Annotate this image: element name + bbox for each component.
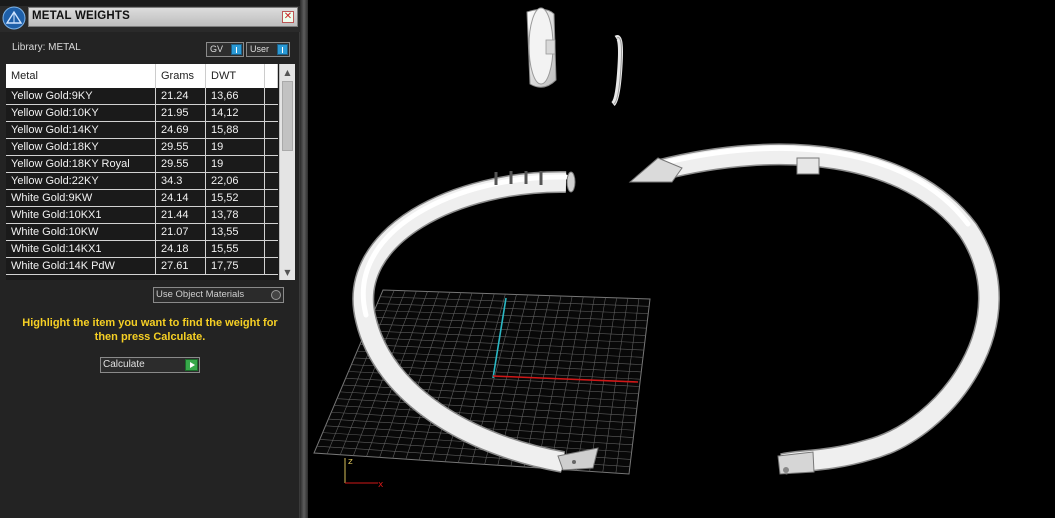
metal-table: Metal Grams DWT Yellow Gold:9KY 21.24 13,6…: [6, 64, 295, 280]
table-header: Metal Grams DWT: [6, 64, 278, 88]
grams-cell: 21.44: [156, 207, 206, 223]
toolbar-strip: [0, 0, 300, 6]
table-row[interactable]: Yellow Gold:18KY 29.55 19: [6, 139, 278, 156]
metal-cell: White Gold:14KX1: [6, 241, 156, 257]
window-title: METAL WEIGHTS: [32, 10, 131, 22]
scroll-down-arrow-icon[interactable]: ▼: [280, 265, 295, 279]
empty-cell: [265, 207, 278, 223]
empty-cell: [265, 190, 278, 206]
app-logo-icon: [2, 6, 26, 30]
table-row[interactable]: Yellow Gold:9KY 21.24 13,66: [6, 88, 278, 105]
dwt-cell: 17,75: [206, 258, 265, 274]
empty-cell: [265, 88, 278, 104]
table-row[interactable]: White Gold:10KX1 21.44 13,78: [6, 207, 278, 224]
empty-cell: [265, 241, 278, 257]
dwt-cell: 19: [206, 156, 265, 172]
column-header-metal[interactable]: Metal: [6, 64, 156, 88]
metal-weights-panel: METAL WEIGHTS ✕ Library: METAL GV User M…: [0, 0, 300, 518]
metal-cell: Yellow Gold:18KY: [6, 139, 156, 155]
axis-gizmo-icon: z x: [344, 457, 384, 490]
dwt-cell: 19: [206, 139, 265, 155]
library-label: Library: METAL: [12, 42, 81, 53]
toggle-indicator-icon: [231, 44, 242, 55]
ring-part-3d: [526, 7, 557, 88]
grams-cell: 21.95: [156, 105, 206, 121]
play-arrow-icon: [185, 359, 198, 371]
radio-icon: [271, 290, 281, 300]
instruction-text: Highlight the item you want to find the …: [22, 317, 278, 343]
user-toggle[interactable]: User: [246, 42, 290, 57]
grams-cell: 29.55: [156, 139, 206, 155]
empty-cell: [265, 224, 278, 240]
toggle-indicator-icon: [277, 44, 288, 55]
axis-x-label: x: [378, 480, 384, 490]
grams-cell: 21.24: [156, 88, 206, 104]
use-object-materials-option[interactable]: Use Object Materials: [153, 287, 284, 303]
metal-cell: White Gold:10KW: [6, 224, 156, 240]
window-title-bar: METAL WEIGHTS ✕: [28, 7, 298, 27]
empty-cell: [265, 139, 278, 155]
close-icon: ✕: [283, 11, 293, 22]
dwt-cell: 13,78: [206, 207, 265, 223]
table-row[interactable]: Yellow Gold:18KY Royal 29.55 19: [6, 156, 278, 173]
table-row[interactable]: White Gold:10KW 21.07 13,55: [6, 224, 278, 241]
metal-cell: Yellow Gold:22KY: [6, 173, 156, 189]
dwt-cell: 15,88: [206, 122, 265, 138]
empty-cell: [265, 173, 278, 189]
bangle-right-half-3d: [628, 143, 1000, 475]
axis-z-label: z: [348, 457, 353, 467]
grams-cell: 34.3: [156, 173, 206, 189]
panel-titlebar: METAL WEIGHTS ✕: [0, 0, 300, 32]
calculate-button[interactable]: Calculate: [100, 357, 200, 373]
dwt-cell: 15,52: [206, 190, 265, 206]
calculate-label: Calculate: [103, 359, 145, 370]
empty-cell: [265, 105, 278, 121]
gv-toggle[interactable]: GV: [206, 42, 244, 57]
empty-cell: [265, 122, 278, 138]
dwt-cell: 13,66: [206, 88, 265, 104]
column-header-dwt[interactable]: DWT: [206, 64, 265, 88]
column-header-spacer: [265, 64, 278, 88]
table-body: Yellow Gold:9KY 21.24 13,66 Yellow Gold:10…: [6, 88, 278, 275]
close-button[interactable]: ✕: [282, 11, 294, 23]
grams-cell: 24.69: [156, 122, 206, 138]
scroll-up-arrow-icon[interactable]: ▲: [280, 65, 295, 79]
empty-cell: [265, 156, 278, 172]
grams-cell: 21.07: [156, 224, 206, 240]
metal-cell: Yellow Gold:10KY: [6, 105, 156, 121]
metal-cell: Yellow Gold:18KY Royal: [6, 156, 156, 172]
column-header-grams[interactable]: Grams: [156, 64, 206, 88]
empty-cell: [265, 258, 278, 274]
grams-cell: 27.61: [156, 258, 206, 274]
table-scrollbar[interactable]: ▲ ▼: [279, 64, 295, 280]
use-object-materials-label: Use Object Materials: [156, 289, 245, 300]
metal-cell: Yellow Gold:14KY: [6, 122, 156, 138]
dwt-cell: 13,55: [206, 224, 265, 240]
metal-cell: White Gold:9KW: [6, 190, 156, 206]
scroll-thumb[interactable]: [282, 81, 293, 151]
table-row[interactable]: White Gold:14K PdW 27.61 17,75: [6, 258, 278, 275]
viewport-scene: z x: [313, 7, 1000, 490]
dwt-cell: 14,12: [206, 105, 265, 121]
grams-cell: 24.18: [156, 241, 206, 257]
dwt-cell: 22,06: [206, 173, 265, 189]
3d-viewport[interactable]: z x: [308, 0, 1055, 518]
panel-splitter[interactable]: [300, 0, 308, 518]
grams-cell: 24.14: [156, 190, 206, 206]
gv-toggle-label: GV: [210, 44, 224, 54]
grams-cell: 29.55: [156, 156, 206, 172]
thin-ring-part-3d: [611, 35, 623, 106]
table-row[interactable]: White Gold:14KX1 24.18 15,55: [6, 241, 278, 258]
metal-cell: White Gold:14K PdW: [6, 258, 156, 274]
table-row[interactable]: Yellow Gold:22KY 34.3 22,06: [6, 173, 278, 190]
table-row[interactable]: White Gold:9KW 24.14 15,52: [6, 190, 278, 207]
metal-cell: White Gold:10KX1: [6, 207, 156, 223]
dwt-cell: 15,55: [206, 241, 265, 257]
table-row[interactable]: Yellow Gold:10KY 21.95 14,12: [6, 105, 278, 122]
table-row[interactable]: Yellow Gold:14KY 24.69 15,88: [6, 122, 278, 139]
user-toggle-label: User: [250, 44, 270, 54]
metal-cell: Yellow Gold:9KY: [6, 88, 156, 104]
